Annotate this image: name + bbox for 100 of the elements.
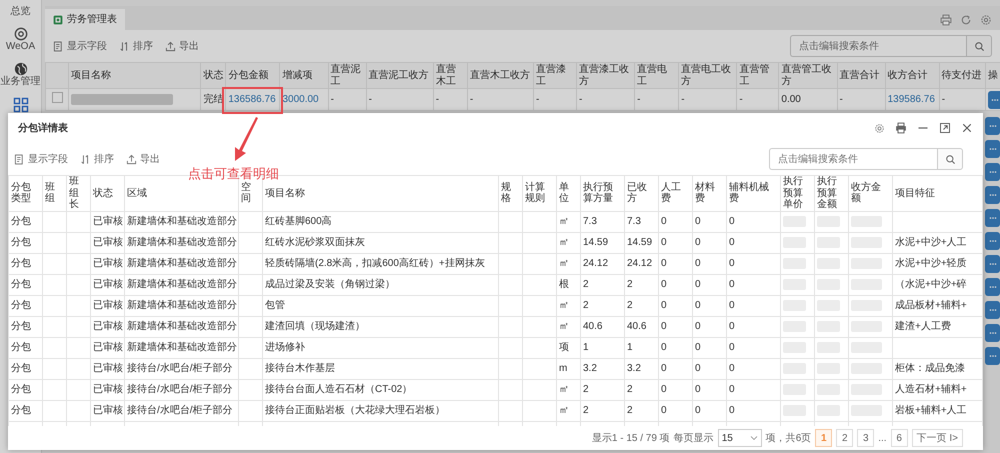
close-icon[interactable] <box>961 122 973 134</box>
more-button[interactable] <box>985 163 1000 181</box>
table-cell: - <box>939 88 986 110</box>
table-cell: 已审核 <box>90 358 124 379</box>
table-cell: 0 <box>692 211 726 232</box>
search-button[interactable] <box>937 148 963 170</box>
table-cell: 1 <box>624 337 658 358</box>
column-header: 规格 <box>498 176 522 211</box>
column-header: 收方金额 <box>848 176 892 211</box>
table-cell: 接待台正面贴岩板（大花绿大理石岩板） <box>262 400 498 421</box>
column-header: 材料费 <box>692 176 726 211</box>
table-cell: 14.59 <box>624 232 658 253</box>
table-cell: 1 <box>580 337 624 358</box>
table-cell: 7.3 <box>624 211 658 232</box>
link-cell[interactable]: 139586.76 <box>885 88 940 110</box>
table-cell: 0 <box>658 400 692 421</box>
row-checkbox[interactable] <box>52 92 63 104</box>
table-cell: 0 <box>658 211 692 232</box>
link-cell[interactable]: 3000.00 <box>280 88 328 110</box>
sidebar-label[interactable]: 业务管理 <box>0 76 40 87</box>
table-cell: 接待台台面人造石石材（CT-02） <box>262 379 498 400</box>
sidebar-label[interactable]: 总览 <box>10 6 30 17</box>
column-header: 收方合计 <box>885 62 940 88</box>
grid-icon[interactable] <box>12 97 28 113</box>
table-cell: 成品过梁及安装（角钢过梁） <box>262 274 498 295</box>
table-cell: 0 <box>692 274 726 295</box>
search-icon <box>974 40 984 52</box>
table-cell: 新建墙体和基础改造部分 <box>124 274 238 295</box>
column-header: 已收方 <box>624 176 658 211</box>
search-field[interactable]: 点击编辑搜索条件 <box>769 148 937 170</box>
table-cell: 红砖水泥砂浆双面抹灰 <box>262 232 498 253</box>
table-cell: 接待台/水吧台/柜子部分 <box>124 400 238 421</box>
sort-icon <box>119 40 130 52</box>
table-cell: 新建墙体和基础改造部分 <box>124 211 238 232</box>
table-cell: 分包 <box>8 232 42 253</box>
more-button[interactable] <box>985 117 1000 135</box>
more-button[interactable] <box>985 255 1000 273</box>
toolbar-button[interactable]: 排序 <box>80 152 114 166</box>
more-button[interactable] <box>985 324 1000 342</box>
search-icon <box>944 154 956 164</box>
table-cell: 0 <box>726 400 780 421</box>
table-cell: ㎡ <box>556 253 580 274</box>
globe-icon[interactable] <box>14 62 28 76</box>
table-cell: 建渣+人工费 <box>892 316 982 337</box>
column-header: 分包金额 <box>226 62 280 88</box>
table-cell: 项 <box>556 337 580 358</box>
link-cell[interactable]: 136586.76 <box>226 88 280 110</box>
table-cell: 0.00 <box>778 88 838 110</box>
column-header: 直营泥工收方 <box>366 62 434 88</box>
column-header: 项目特征 <box>892 176 982 211</box>
page-button[interactable]: 2 <box>836 429 854 447</box>
more-button[interactable] <box>985 347 1000 365</box>
target-icon[interactable] <box>14 27 28 41</box>
column-header: 状态 <box>90 176 124 211</box>
page-tab[interactable]: 劳务管理表 <box>45 9 125 30</box>
table-cell: 进场修补 <box>262 337 498 358</box>
table-cell: ㎡ <box>556 295 580 316</box>
more-button[interactable] <box>985 278 1000 296</box>
dialog-title: 分包详情表 <box>18 121 68 136</box>
more-button[interactable] <box>985 209 1000 227</box>
toolbar-button[interactable]: 导出 <box>165 38 199 54</box>
toolbar-button[interactable]: 显示字段 <box>14 152 68 166</box>
document-icon <box>53 40 64 52</box>
table-cell: 0 <box>692 253 726 274</box>
more-button[interactable] <box>988 90 1000 108</box>
search-button[interactable] <box>966 35 992 57</box>
table-cell: 2 <box>624 295 658 316</box>
per-page-label: 每页显示 <box>674 432 714 446</box>
toolbar-button[interactable]: 显示字段 <box>53 38 107 54</box>
table-cell: 2 <box>624 379 658 400</box>
more-button[interactable] <box>985 301 1000 319</box>
table-cell: 分包 <box>8 358 42 379</box>
print-icon[interactable] <box>895 122 907 134</box>
column-header: 操 <box>985 62 1000 88</box>
sidebar-label[interactable]: WeOA <box>6 41 36 52</box>
column-header: 直营木工 <box>433 62 468 88</box>
toolbar-button[interactable]: 排序 <box>119 38 153 54</box>
print-icon[interactable] <box>940 14 952 26</box>
next-page-button[interactable]: 下一页 I> <box>912 429 963 447</box>
page-button[interactable]: 6 <box>890 429 908 447</box>
search-field[interactable]: 点击编辑搜索条件 <box>790 35 966 57</box>
page-button[interactable]: 3 <box>857 429 874 447</box>
table-cell: （水泥+中沙+碎 <box>892 274 982 295</box>
settings-icon[interactable] <box>874 122 885 134</box>
settings-icon[interactable] <box>980 14 992 26</box>
more-button[interactable] <box>985 140 1000 158</box>
toolbar-button[interactable]: 导出 <box>126 152 160 166</box>
table-cell: 0 <box>658 337 692 358</box>
maximize-icon[interactable] <box>939 122 951 134</box>
refresh-icon[interactable] <box>960 14 972 26</box>
table-cell: ㎡ <box>556 400 580 421</box>
table-cell: 2 <box>580 274 624 295</box>
page-size-select[interactable]: 15 <box>718 429 762 447</box>
table-cell: 已审核 <box>90 295 124 316</box>
more-button[interactable] <box>985 186 1000 204</box>
table-cell: 接待台木作基层 <box>262 358 498 379</box>
table-cell: 水泥+中沙+人工 <box>892 232 982 253</box>
table-cell: 已审核 <box>90 253 124 274</box>
table-cell: 40.6 <box>580 316 624 337</box>
more-button[interactable] <box>985 232 1000 250</box>
